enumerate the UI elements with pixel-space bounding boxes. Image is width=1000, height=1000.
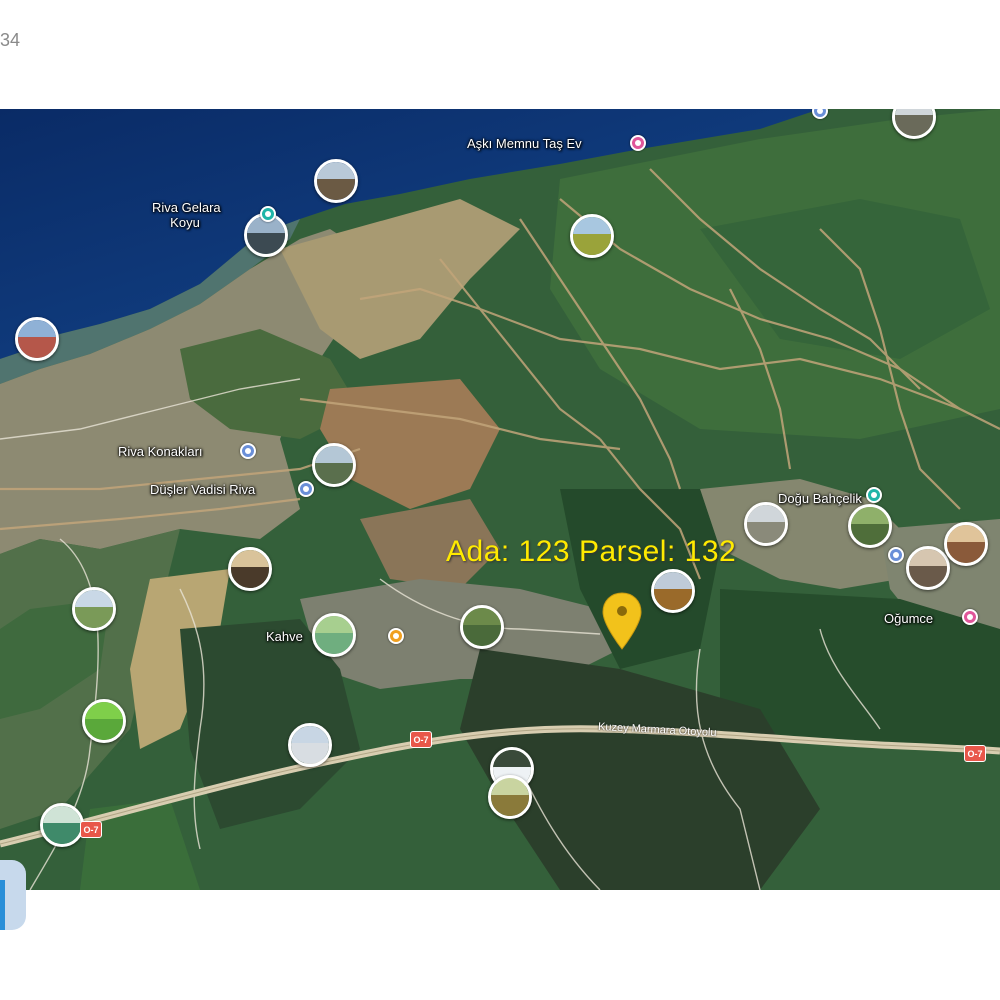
photo-thumbnail[interactable] [488,775,532,819]
photo-thumbnail[interactable] [72,587,116,631]
photo-thumbnail[interactable] [944,522,988,566]
page-number: 34 [0,30,21,50]
poi-pin[interactable] [630,135,646,151]
satellite-map[interactable]: Aşkı Memnu Taş Ev Riva Gelara Koyu Riva … [0,109,1000,890]
place-label-riva-konaklari: Riva Konakları [118,444,203,459]
photo-thumbnail[interactable] [82,699,126,743]
photo-thumbnail[interactable] [312,443,356,487]
place-label-ogumce: Oğumce [884,611,934,626]
photo-thumbnail[interactable] [228,547,272,591]
photo-thumbnail[interactable] [312,613,356,657]
place-label-dogu-bahcelik: Doğu Bahçelik [778,491,862,506]
side-tab[interactable] [0,860,26,930]
place-label-riva-gelara-line2: Koyu [170,215,200,230]
photo-thumbnail[interactable] [314,159,358,203]
photo-thumbnail[interactable] [651,569,695,613]
poi-pin[interactable] [260,206,276,222]
photo-thumbnail[interactable] [744,502,788,546]
poi-pin[interactable] [888,547,904,563]
poi-pin[interactable] [962,609,978,625]
place-label-dusler-vadisi: Düşler Vadisi Riva [150,482,256,497]
photo-thumbnail[interactable] [906,546,950,590]
route-badge: O-7 [80,821,102,838]
photo-thumbnail[interactable] [460,605,504,649]
place-label-aski-memnu: Aşkı Memnu Taş Ev [467,136,582,151]
photo-thumbnail[interactable] [40,803,84,847]
route-badge: O-7 [410,731,432,748]
poi-pin[interactable] [388,628,404,644]
photo-thumbnail[interactable] [288,723,332,767]
place-label-kahve: Kahve [266,629,303,644]
location-marker-icon[interactable] [601,591,643,651]
poi-pin[interactable] [298,481,314,497]
photo-thumbnail[interactable] [892,109,936,139]
photo-thumbnail[interactable] [570,214,614,258]
poi-pin[interactable] [240,443,256,459]
photo-thumbnail[interactable] [15,317,59,361]
poi-pin[interactable] [866,487,882,503]
route-badge: O-7 [964,745,986,762]
parcel-label: Ada: 123 Parsel: 132 [446,535,737,568]
place-label-riva-gelara: Riva Gelara Koyu [152,200,221,230]
place-label-riva-gelara-line1: Riva Gelara [152,200,221,215]
photo-thumbnail[interactable] [848,504,892,548]
